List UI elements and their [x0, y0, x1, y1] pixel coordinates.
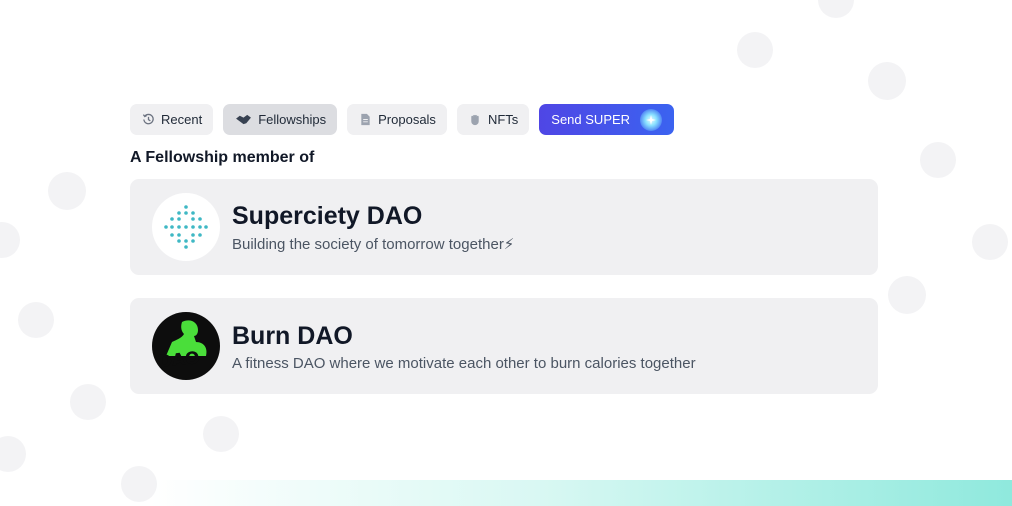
document-icon [358, 113, 372, 127]
background-dot [203, 416, 239, 452]
profile-tabs: Recent Fellowships Proposals NFTs Send S… [130, 104, 675, 135]
sparkle-icon [640, 108, 663, 131]
send-super-label: Send SUPER [551, 112, 631, 127]
tab-recent[interactable]: Recent [130, 104, 214, 135]
tab-proposals[interactable]: Proposals [347, 104, 447, 135]
background-dot [868, 62, 906, 100]
burn-dao-logo: DAO [152, 312, 220, 380]
fellowship-description: Building the society of tomorrow togethe… [232, 236, 515, 253]
fellowship-description: A fitness DAO where we motivate each oth… [232, 354, 696, 372]
background-dot [972, 224, 1008, 260]
background-dot [0, 436, 26, 472]
tab-nfts[interactable]: NFTs [456, 104, 530, 135]
bottom-gradient-bar [150, 480, 1012, 506]
handshake-icon [234, 113, 252, 127]
page: Recent Fellowships Proposals NFTs Send S… [0, 0, 1012, 506]
fellowship-card-burn[interactable]: DAO Burn DAO A fitness DAO where we moti… [130, 298, 878, 394]
fellowship-card-superciety[interactable]: Superciety DAO Building the society of t… [130, 179, 878, 275]
background-dot [888, 276, 926, 314]
section-title: A Fellowship member of [130, 149, 315, 166]
background-dot [48, 172, 86, 210]
tab-proposals-label: Proposals [378, 112, 436, 127]
send-super-button[interactable]: Send SUPER [539, 104, 675, 135]
background-dot [920, 142, 956, 178]
background-dot [70, 384, 106, 420]
tab-fellowships[interactable]: Fellowships [223, 104, 338, 135]
background-dot [737, 32, 773, 68]
tab-recent-label: Recent [161, 112, 203, 127]
history-icon [141, 113, 155, 127]
fellowship-name: Burn DAO [232, 321, 353, 350]
tab-fellowships-label: Fellowships [258, 112, 327, 127]
background-dot [818, 0, 854, 18]
background-dot [18, 302, 54, 338]
tab-nfts-label: NFTs [487, 112, 519, 127]
fellowship-name: Superciety DAO [232, 202, 423, 230]
background-dot [0, 222, 20, 258]
superciety-logo [152, 193, 220, 261]
hand-icon [468, 113, 482, 127]
